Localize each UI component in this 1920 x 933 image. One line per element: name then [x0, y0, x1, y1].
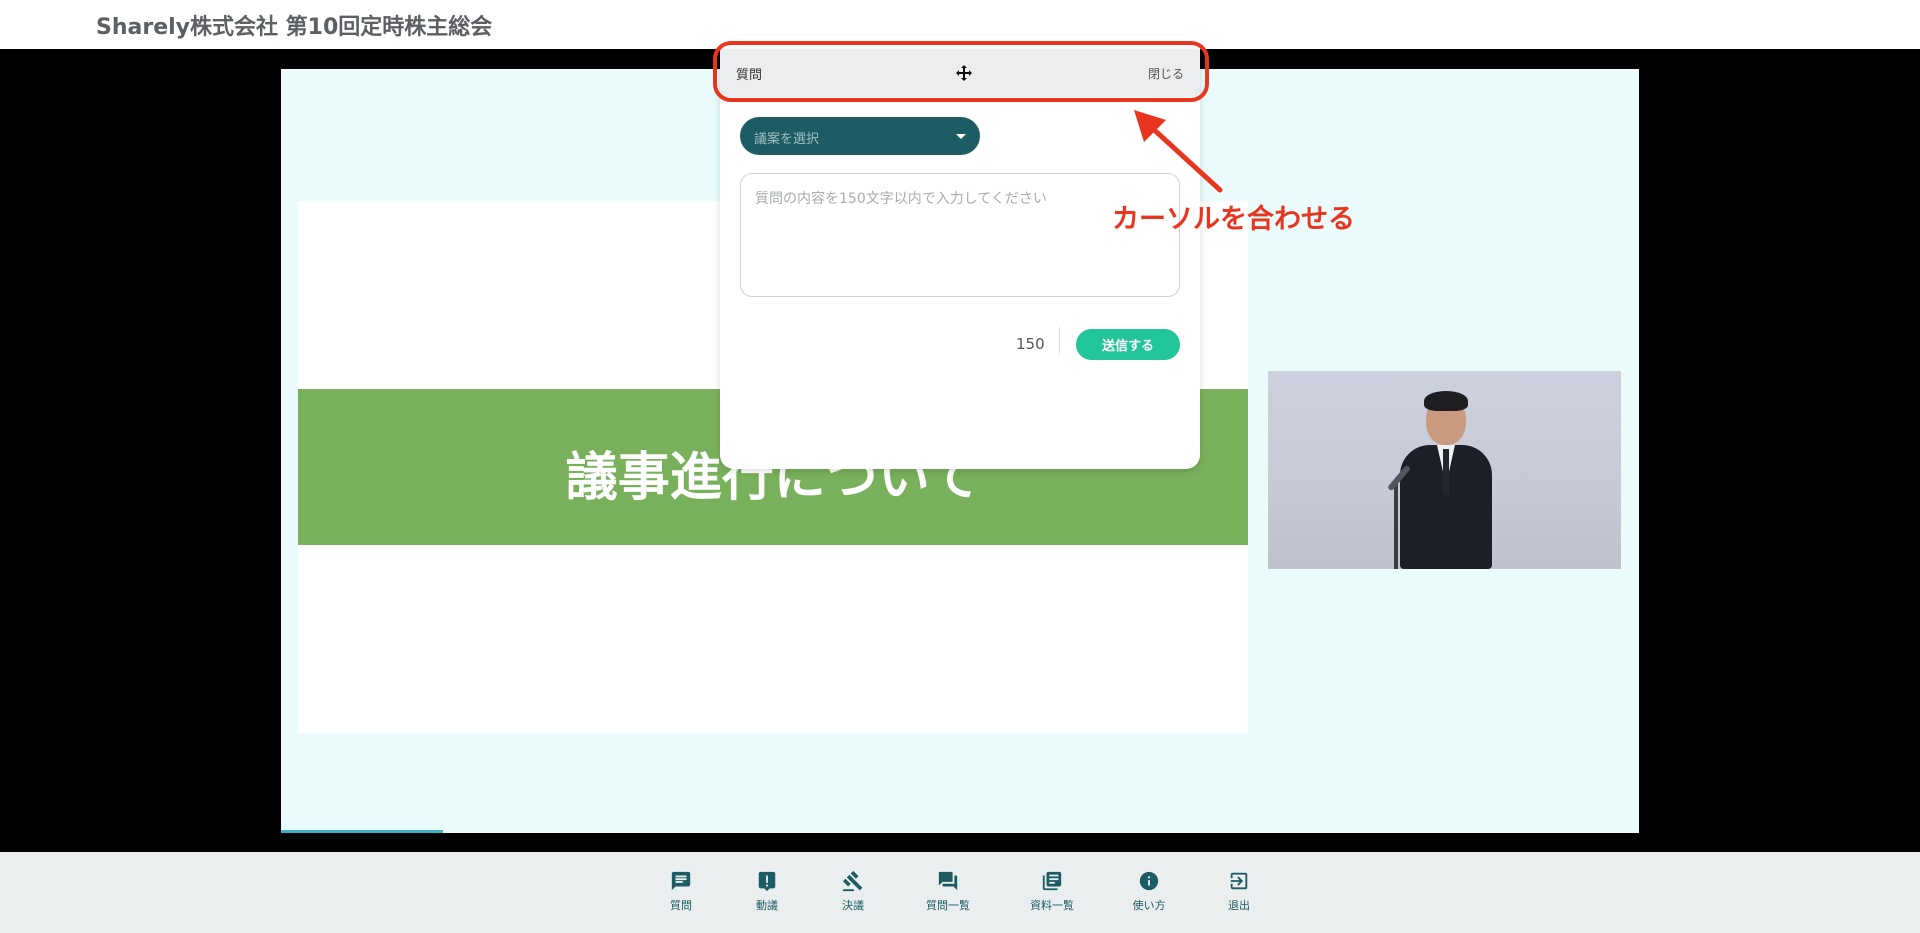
presenter-video	[1268, 371, 1621, 569]
toolbar-help-button[interactable]: 使い方	[1109, 870, 1189, 913]
toolbar-question-button[interactable]: 質問	[641, 870, 721, 913]
gavel-icon	[842, 870, 863, 892]
motion-alert-icon	[758, 871, 776, 892]
toolbar-label: 退出	[1228, 899, 1250, 912]
agenda-select[interactable]: 議案を選択	[740, 117, 980, 155]
forum-icon	[938, 871, 958, 891]
bottom-toolbar: 質問 動議 決議 質問一覧 資料一覧 使い方 退出	[0, 852, 1920, 933]
annotation-arrow-icon	[1134, 110, 1223, 193]
presenter-figure	[1388, 391, 1508, 569]
logout-icon	[1230, 872, 1248, 890]
divider	[1059, 327, 1060, 355]
toolbar-documents-button[interactable]: 資料一覧	[1012, 870, 1092, 913]
toolbar-label: 使い方	[1132, 899, 1166, 912]
toolbar-resolution-button[interactable]: 決議	[813, 870, 893, 913]
toolbar-label: 質問	[670, 899, 692, 912]
info-icon	[1139, 871, 1159, 891]
toolbar-label: 資料一覧	[1030, 899, 1074, 912]
playback-progress	[281, 830, 443, 833]
toolbar-label: 動議	[756, 899, 778, 912]
toolbar-question-list-button[interactable]: 質問一覧	[908, 870, 988, 913]
toolbar-exit-button[interactable]: 退出	[1199, 870, 1279, 913]
library-books-icon	[1042, 871, 1062, 891]
annotation-text: カーソルを合わせる	[1112, 204, 1355, 235]
agenda-select-placeholder: 議案を選択	[754, 132, 820, 147]
char-remaining-count: 150	[1016, 335, 1045, 353]
toolbar-label: 決議	[842, 899, 864, 912]
toolbar-label: 質問一覧	[926, 899, 970, 912]
meeting-title: Sharely株式会社 第10回定時株主総会	[96, 15, 493, 40]
toolbar-motion-button[interactable]: 動議	[727, 870, 807, 913]
annotation-highlight-box	[713, 41, 1209, 102]
mic-stand	[1394, 481, 1398, 569]
chat-bubble-icon	[671, 871, 691, 891]
chevron-down-icon	[956, 134, 966, 139]
submit-question-button[interactable]: 送信する	[1076, 329, 1180, 360]
